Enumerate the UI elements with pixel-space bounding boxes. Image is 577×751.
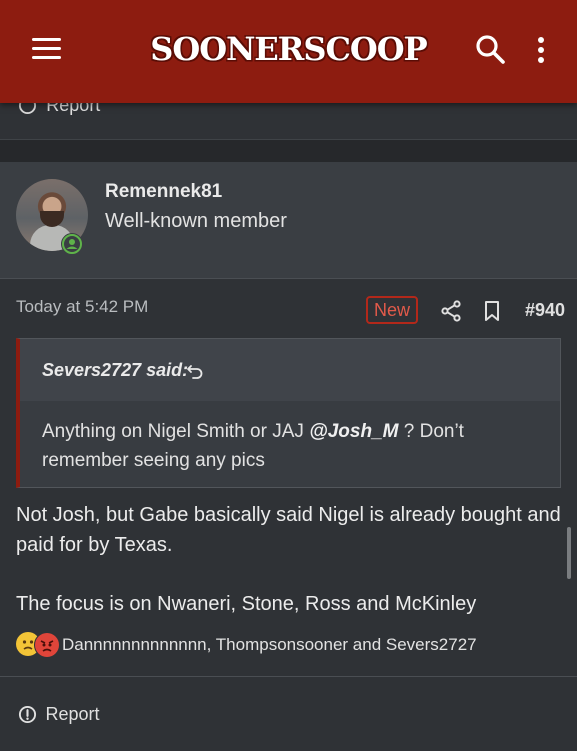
report-label: Report [45,704,100,724]
post-timestamp[interactable]: Today at 5:42 PM [16,297,148,317]
user-mention[interactable]: @Josh_M [309,421,398,442]
post-body: Not Josh, but Gabe basically said Nigel … [16,500,561,619]
online-status-icon [61,233,83,255]
quote-block: Severs2727 said: Anything on Nigel Smith… [16,338,561,488]
search-icon[interactable] [474,33,506,65]
user-title: Well-known member [105,210,287,232]
app-header: SOONERSCOOP [0,0,577,103]
post-user-block [0,162,577,279]
reaction-user-list[interactable]: Dannnnnnnnnnnnn, Thompsonsooner and Seve… [62,635,477,655]
quote-text: Anything on Nigel Smith or JAJ @Josh_M ?… [42,421,464,471]
post-separator [0,140,577,162]
share-icon[interactable] [440,300,462,322]
angry-face-icon [34,632,60,658]
report-button[interactable]: Report [18,704,99,728]
report-icon [18,705,37,724]
post-paragraph: The focus is on Nwaneri, Stone, Ross and… [16,593,477,615]
previous-post-footer: Report [0,95,577,140]
bookmark-icon[interactable] [483,300,501,322]
reactions-bar[interactable]: Dannnnnnnnnnnnn, Thompsonsooner and Seve… [16,632,561,660]
vertical-ellipsis-icon[interactable] [533,36,549,64]
jump-to-quote-icon[interactable] [186,362,204,380]
new-badge: New [366,296,418,324]
post-paragraph: Not Josh, but Gabe basically said Nigel … [16,504,561,556]
post-number-link[interactable]: #940 [525,300,565,321]
scrollbar[interactable] [567,527,571,579]
quote-header: Severs2727 said: [20,339,560,401]
username[interactable]: Remennek81 [105,181,222,203]
quote-author[interactable]: Severs2727 said: [42,360,188,381]
post-footer: Report [0,676,577,751]
